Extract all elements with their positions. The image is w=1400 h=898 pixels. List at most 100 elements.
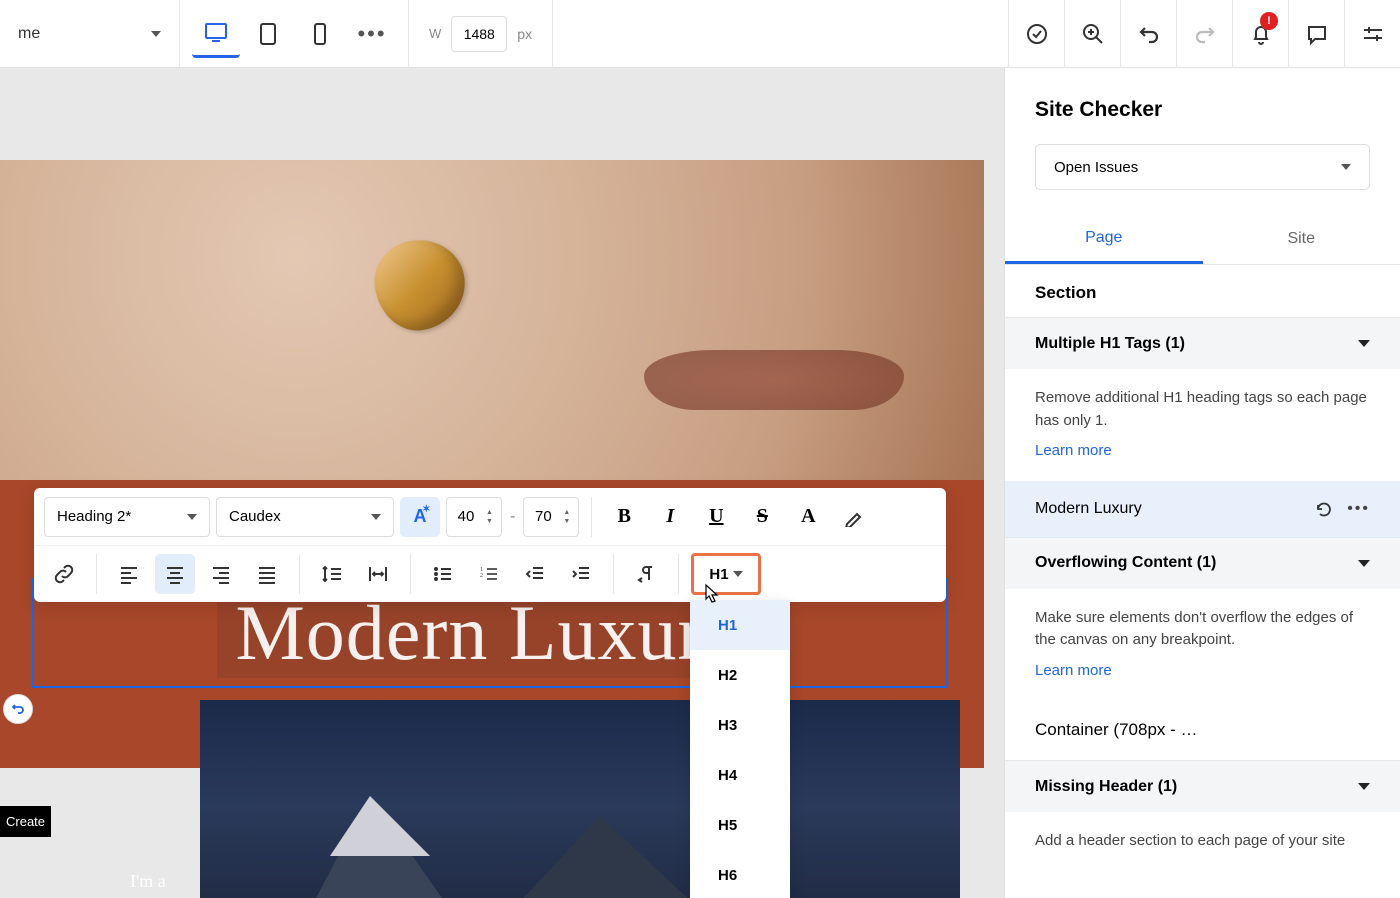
notifications-button[interactable]: ! bbox=[1232, 0, 1288, 68]
create-label: Create bbox=[0, 806, 51, 837]
font-size-field[interactable] bbox=[447, 508, 485, 525]
hero-image[interactable] bbox=[0, 160, 984, 480]
highlight-button[interactable] bbox=[834, 497, 874, 537]
learn-more-link[interactable]: Learn more bbox=[1035, 660, 1112, 683]
issue-body-overflow: Make sure elements don't overflow the ed… bbox=[1005, 589, 1400, 701]
undo-icon bbox=[1137, 22, 1161, 46]
issue-title: Multiple H1 Tags (1) bbox=[1035, 335, 1185, 353]
indent-button[interactable] bbox=[561, 554, 601, 594]
link-button[interactable] bbox=[44, 554, 84, 594]
text-direction-button[interactable] bbox=[626, 554, 666, 594]
learn-more-link[interactable]: Learn more bbox=[1035, 440, 1112, 463]
text-capitalize-button[interactable]: A bbox=[788, 497, 828, 537]
outdent-button[interactable] bbox=[515, 554, 555, 594]
issue-header-h1[interactable]: Multiple H1 Tags (1) bbox=[1005, 317, 1400, 369]
issue-filter-value: Open Issues bbox=[1054, 159, 1138, 176]
size-up[interactable]: ▲ bbox=[485, 508, 494, 517]
chevron-down-icon bbox=[733, 571, 743, 577]
width-input[interactable] bbox=[451, 16, 507, 52]
text-style-value: Heading 2* bbox=[57, 508, 131, 525]
heading-tag-dropdown: H1 H2 H3 H4 H5 H6 P bbox=[690, 600, 790, 898]
italic-button[interactable]: I bbox=[650, 497, 690, 537]
font-family-select[interactable]: Caudex bbox=[216, 497, 394, 537]
settings-sliders-icon bbox=[1361, 22, 1385, 46]
line-height-input[interactable]: ▲▼ bbox=[523, 497, 579, 537]
mobile-breakpoint-button[interactable] bbox=[296, 10, 344, 58]
size-down[interactable]: ▼ bbox=[485, 517, 494, 526]
line-height-field[interactable] bbox=[524, 508, 562, 525]
chevron-down-icon bbox=[151, 31, 161, 37]
tag-option-h1[interactable]: H1 bbox=[690, 600, 790, 650]
chevron-down-icon bbox=[371, 514, 381, 520]
issue-body-h1: Remove additional H1 heading tags so eac… bbox=[1005, 369, 1400, 481]
text-style-select[interactable]: Heading 2* bbox=[44, 497, 210, 537]
letter-spacing-button[interactable] bbox=[358, 554, 398, 594]
strikethrough-button[interactable]: S bbox=[742, 497, 782, 537]
issue-item-modern-luxury[interactable]: Modern Luxury ••• bbox=[1005, 481, 1400, 537]
mountain-image[interactable] bbox=[200, 700, 960, 898]
tag-option-h2[interactable]: H2 bbox=[690, 650, 790, 700]
font-size-input[interactable]: ▲▼ bbox=[446, 497, 502, 537]
line-spacing-button[interactable] bbox=[312, 554, 352, 594]
heading-tag-select[interactable]: H1 H1 H2 H3 H4 H5 H6 P bbox=[691, 553, 761, 595]
align-right-icon bbox=[211, 564, 231, 584]
desktop-breakpoint-button[interactable] bbox=[192, 10, 240, 58]
underline-icon: U bbox=[709, 505, 723, 528]
breakpoint-resize-handle[interactable] bbox=[3, 694, 33, 724]
more-breakpoints-button[interactable]: ••• bbox=[348, 10, 396, 58]
mobile-icon bbox=[310, 22, 330, 46]
site-checker-button[interactable] bbox=[1008, 0, 1064, 68]
paragraph-snippet[interactable]: I'm a bbox=[130, 871, 166, 892]
check-circle-icon bbox=[1025, 22, 1049, 46]
tag-option-h5[interactable]: H5 bbox=[690, 800, 790, 850]
issue-description: Add a header section to each page of you… bbox=[1035, 832, 1345, 849]
comments-button[interactable] bbox=[1288, 0, 1344, 68]
text-color-a-icon: A✶ bbox=[414, 506, 427, 527]
align-justify-button[interactable] bbox=[247, 554, 287, 594]
tag-option-h6[interactable]: H6 bbox=[690, 850, 790, 898]
page-name: me bbox=[18, 25, 40, 43]
issue-header-overflow[interactable]: Overflowing Content (1) bbox=[1005, 537, 1400, 589]
canvas[interactable]: Modern Luxury I'm a Create bbox=[0, 68, 984, 898]
tablet-icon bbox=[256, 22, 280, 46]
issue-item-container[interactable]: Container (708px - … bbox=[1005, 700, 1400, 760]
underline-button[interactable]: U bbox=[696, 497, 736, 537]
line-spacing-icon bbox=[321, 564, 343, 584]
capitalize-icon: A bbox=[801, 505, 815, 528]
align-center-button[interactable] bbox=[155, 554, 195, 594]
top-right-tools: ! bbox=[1008, 0, 1400, 68]
page-selector[interactable]: me bbox=[0, 0, 180, 68]
text-formatting-toolbar: Heading 2* Caudex A✶ ▲▼ - ▲▼ B I U bbox=[34, 488, 946, 602]
zoom-icon bbox=[1081, 22, 1105, 46]
face-graphic bbox=[644, 350, 904, 410]
issue-description: Make sure elements don't overflow the ed… bbox=[1035, 609, 1353, 649]
text-color-button[interactable]: A✶ bbox=[400, 497, 440, 537]
tab-site[interactable]: Site bbox=[1203, 214, 1400, 264]
align-left-button[interactable] bbox=[109, 554, 149, 594]
revert-icon[interactable] bbox=[1315, 500, 1333, 518]
canvas-area: Modern Luxury I'm a Create Heading 2* Ca… bbox=[0, 68, 1004, 898]
paragraph-direction-icon bbox=[636, 564, 656, 584]
redo-button[interactable] bbox=[1176, 0, 1232, 68]
bold-button[interactable]: B bbox=[604, 497, 644, 537]
lh-up[interactable]: ▲ bbox=[562, 508, 571, 517]
bullet-list-button[interactable] bbox=[423, 554, 463, 594]
tab-page[interactable]: Page bbox=[1005, 214, 1203, 264]
handoff-button[interactable] bbox=[1344, 0, 1400, 68]
issue-body-missing-header: Add a header section to each page of you… bbox=[1005, 812, 1400, 871]
tag-option-h4[interactable]: H4 bbox=[690, 750, 790, 800]
issue-title: Overflowing Content (1) bbox=[1035, 554, 1216, 572]
more-actions-icon[interactable]: ••• bbox=[1347, 500, 1370, 518]
letter-spacing-icon bbox=[367, 564, 389, 584]
issue-filter-select[interactable]: Open Issues bbox=[1035, 144, 1370, 190]
undo-button[interactable] bbox=[1120, 0, 1176, 68]
numbered-list-button[interactable]: 12 bbox=[469, 554, 509, 594]
issue-header-missing-header[interactable]: Missing Header (1) bbox=[1005, 760, 1400, 812]
more-dots-icon: ••• bbox=[357, 21, 386, 47]
align-right-button[interactable] bbox=[201, 554, 241, 594]
lh-down[interactable]: ▼ bbox=[562, 517, 571, 526]
tag-option-h3[interactable]: H3 bbox=[690, 700, 790, 750]
top-toolbar: me ••• W px bbox=[0, 0, 1400, 68]
tablet-breakpoint-button[interactable] bbox=[244, 10, 292, 58]
zoom-button[interactable] bbox=[1064, 0, 1120, 68]
